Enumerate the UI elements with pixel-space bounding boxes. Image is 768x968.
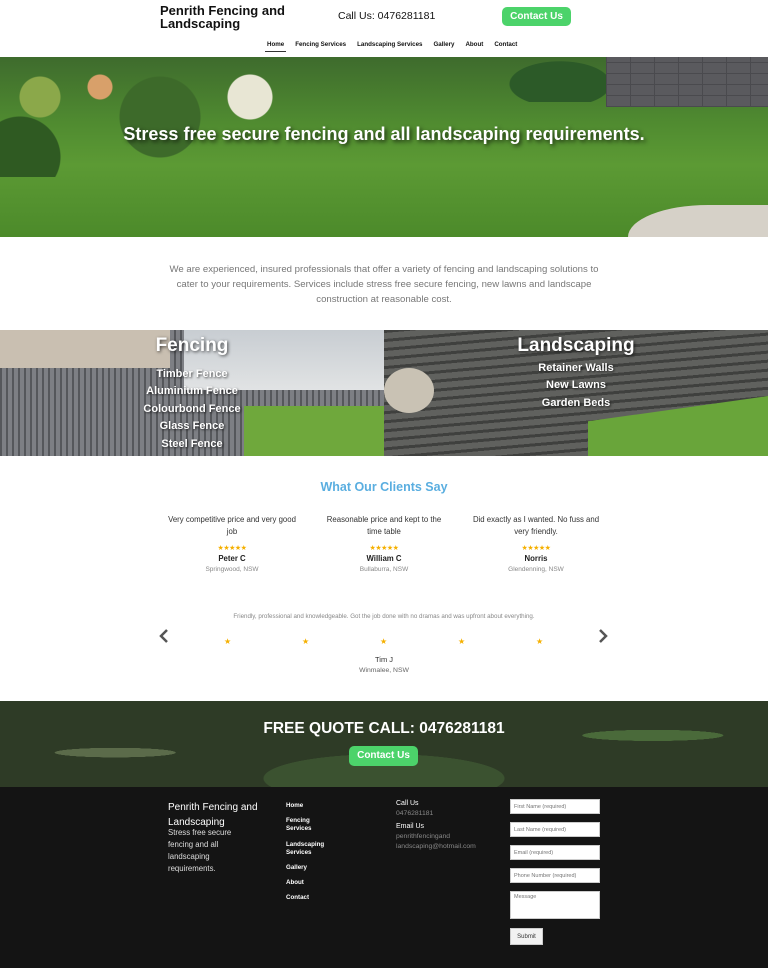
- free-quote-band: FREE QUOTE CALL: 0476281181 Contact Us: [0, 701, 768, 787]
- footer-link-gallery[interactable]: Gallery: [286, 864, 307, 871]
- last-name-field[interactable]: [510, 822, 600, 837]
- landscaping-panel[interactable]: Landscaping Retainer Walls New Lawns Gar…: [384, 330, 768, 456]
- footer-call-value[interactable]: 0476281181: [396, 809, 496, 819]
- hero-banner: Stress free secure fencing and all lands…: [0, 57, 768, 237]
- fencing-title: Fencing: [155, 335, 229, 356]
- site-header: Penrith Fencing and Landscaping Call Us:…: [0, 0, 768, 57]
- chevron-right-icon[interactable]: [598, 629, 608, 648]
- landscaping-item: New Lawns: [546, 379, 606, 392]
- rating-star-icon: ★: [536, 637, 544, 646]
- footer-link-landscaping-services[interactable]: Landscaping Services: [286, 841, 324, 856]
- rating-star-icon: ★: [224, 637, 232, 646]
- testimonial-card: Very competitive price and very good job…: [167, 514, 297, 573]
- nav-gallery[interactable]: Gallery: [431, 41, 456, 52]
- main-nav: Home Fencing Services Landscaping Servic…: [265, 41, 519, 52]
- landscaping-item: Retainer Walls: [538, 362, 614, 374]
- phone-field[interactable]: [510, 868, 600, 883]
- testimonials-title: What Our Clients Say: [320, 480, 448, 494]
- carousel-quote: Friendly, professional and knowledgeable…: [233, 613, 535, 620]
- footer-call-label: Call Us: [396, 800, 419, 807]
- fencing-list: Timber Fence Aluminium Fence Colourbond …: [0, 366, 384, 453]
- submit-button[interactable]: Submit: [510, 928, 543, 945]
- fencing-item: Timber Fence: [156, 368, 228, 380]
- footer-link-fencing-services[interactable]: Fencing Services: [286, 817, 311, 832]
- landscaping-item: Garden Beds: [541, 396, 611, 409]
- carousel-name: Tim J: [374, 655, 394, 664]
- footer-links: Home Fencing Services Landscaping Servic…: [286, 802, 336, 910]
- testimonial-quote: Reasonable price and kept to the time ta…: [326, 515, 442, 536]
- footer-tagline: Stress free secure fencing and all lands…: [168, 828, 232, 873]
- fencing-item: Glass Fence: [159, 420, 225, 433]
- footer-contact: Call Us 0476281181 Email Us penrithfenci…: [396, 800, 496, 856]
- header-contact-button[interactable]: Contact Us: [502, 7, 571, 26]
- footer-email-value[interactable]: penrithfencingand landscaping@hotmail.co…: [396, 832, 496, 852]
- chevron-left-icon[interactable]: [159, 629, 169, 648]
- rating-star-icon: ★: [458, 637, 466, 646]
- hero-path-image: [628, 205, 768, 237]
- rating-stars-icon: ★★★★★: [369, 545, 399, 552]
- free-quote-title: FREE QUOTE CALL: 0476281181: [263, 720, 505, 737]
- fencing-item: Steel Fence: [161, 437, 223, 450]
- testimonial-name: Peter C: [218, 554, 246, 563]
- nav-landscaping-services[interactable]: Landscaping Services: [355, 41, 424, 52]
- first-name-field[interactable]: [510, 799, 600, 814]
- contact-form: Submit: [510, 799, 600, 945]
- testimonial-name: William C: [366, 554, 402, 563]
- footer-email-label: Email Us: [396, 823, 425, 830]
- landscaping-list: Retainer Walls New Lawns Garden Beds: [384, 360, 768, 412]
- testimonial-card: Did exactly as I wanted. No fuss and ver…: [471, 514, 601, 573]
- fencing-item: Colourbond Fence: [143, 402, 241, 415]
- fencing-item: Aluminium Fence: [146, 385, 238, 398]
- hero-title: Stress free secure fencing and all lands…: [123, 124, 645, 144]
- fencing-panel[interactable]: Fencing Timber Fence Aluminium Fence Col…: [0, 330, 384, 456]
- testimonial-name: Norris: [524, 554, 548, 563]
- footer-brand: Penrith Fencing and Landscaping: [168, 802, 258, 828]
- testimonial-quote: Very competitive price and very good job: [168, 515, 296, 536]
- quote-contact-button[interactable]: Contact Us: [349, 746, 418, 766]
- header-phone[interactable]: Call Us: 0476281181: [338, 10, 435, 22]
- testimonial-location: Glendenning, NSW: [508, 566, 564, 573]
- testimonial-location: Springwood, NSW: [205, 566, 259, 573]
- nav-contact[interactable]: Contact: [492, 41, 519, 52]
- hero-shrubs-image: [0, 57, 300, 177]
- footer-link-about[interactable]: About: [286, 879, 304, 886]
- nav-home[interactable]: Home: [265, 41, 287, 52]
- message-field[interactable]: [510, 891, 600, 919]
- site-footer: Penrith Fencing and Landscaping Stress f…: [0, 787, 768, 968]
- hero-bush-image: [500, 57, 620, 102]
- email-field[interactable]: [510, 845, 600, 860]
- rating-stars-icon: ★★★★★: [521, 545, 551, 552]
- footer-link-contact[interactable]: Contact: [286, 894, 309, 901]
- landscaping-title: Landscaping: [517, 335, 635, 356]
- nav-fencing-services[interactable]: Fencing Services: [293, 41, 348, 52]
- rating-star-icon: ★: [380, 637, 388, 646]
- rating-star-icon: ★: [302, 637, 310, 646]
- site-logo[interactable]: Penrith Fencing and Landscaping: [160, 4, 310, 30]
- hero-wall-image: [606, 57, 768, 107]
- testimonial-card: Reasonable price and kept to the time ta…: [319, 514, 449, 573]
- intro-text: We are experienced, insured professional…: [169, 264, 599, 305]
- testimonial-quote: Did exactly as I wanted. No fuss and ver…: [472, 515, 600, 536]
- nav-about[interactable]: About: [463, 41, 485, 52]
- footer-link-home[interactable]: Home: [286, 802, 303, 809]
- carousel-location: Winmalee, NSW: [359, 667, 409, 674]
- testimonial-location: Bullaburra, NSW: [359, 566, 409, 573]
- rating-stars-icon: ★★★★★: [217, 545, 247, 552]
